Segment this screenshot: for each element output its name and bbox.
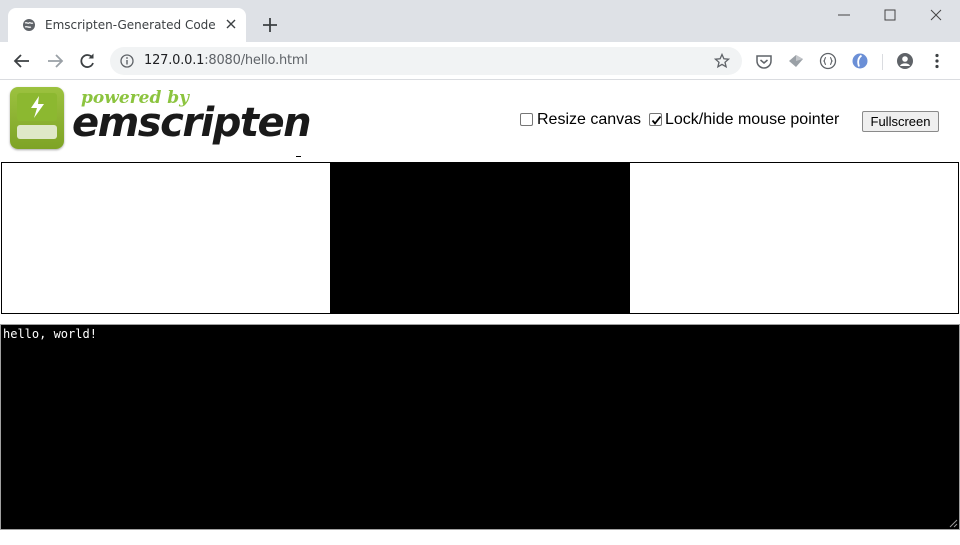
resize-grip-icon[interactable] (949, 519, 958, 528)
account-icon[interactable] (896, 52, 914, 70)
logo-badge-screen (17, 93, 57, 121)
extension-blue-icon[interactable] (851, 52, 869, 70)
close-tab-icon[interactable] (224, 17, 238, 31)
toolbar-separator (882, 54, 883, 70)
url-path: :8080/hello.html (204, 53, 308, 68)
maximize-window-icon[interactable] (880, 6, 900, 24)
new-tab-icon[interactable] (261, 16, 279, 34)
url-host: 127.0.0.1 (144, 53, 205, 68)
spinner-remnant (296, 156, 301, 157)
browser-tab[interactable]: Emscripten-Generated Code (8, 8, 246, 42)
logo-badge-keys (17, 125, 57, 139)
minimize-window-icon[interactable] (834, 6, 854, 24)
back-arrow-icon[interactable] (12, 51, 32, 71)
extension-braces-icon[interactable] (819, 52, 837, 70)
address-bar[interactable]: 127.0.0.1:8080/hello.html (110, 47, 742, 75)
logo-badge-icon (10, 87, 64, 149)
reload-icon[interactable] (77, 51, 97, 71)
lock-pointer-checkbox[interactable] (649, 113, 662, 126)
lightning-icon (31, 96, 44, 118)
fullscreen-button[interactable]: Fullscreen (862, 111, 939, 132)
checkmark-icon (651, 115, 662, 125)
resize-canvas-checkbox[interactable] (520, 113, 533, 126)
kebab-menu-icon[interactable] (928, 52, 946, 70)
globe-icon (23, 19, 35, 31)
lock-pointer-label: Lock/hide mouse pointer (665, 111, 840, 128)
browser-toolbar: 127.0.0.1:8080/hello.html (0, 42, 960, 80)
logo-wordmark: emscripten (72, 100, 312, 146)
resize-canvas-label: Resize canvas (537, 111, 642, 128)
tab-title: Emscripten-Generated Code (45, 18, 216, 32)
close-window-icon[interactable] (926, 6, 946, 24)
pocket-icon[interactable] (755, 52, 773, 70)
emscripten-canvas[interactable] (330, 163, 630, 313)
forward-arrow-icon[interactable] (45, 51, 65, 71)
canvas-container (1, 162, 959, 314)
page-header: powered by emscripten Resize canvas Lock… (0, 81, 960, 161)
emscripten-logo: powered by emscripten (10, 87, 312, 153)
url-text: 127.0.0.1:8080/hello.html (144, 53, 308, 68)
info-icon[interactable] (120, 54, 134, 68)
output-textarea[interactable]: hello, world! (0, 324, 960, 530)
star-icon[interactable] (714, 53, 730, 69)
extension-gray-icon[interactable] (787, 52, 805, 70)
browser-tabstrip: Emscripten-Generated Code (0, 0, 960, 42)
output-text: hello, world! (3, 327, 97, 341)
